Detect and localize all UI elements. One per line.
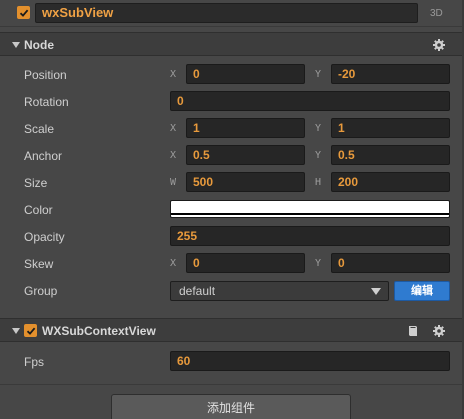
node-section-header[interactable]: Node [0, 32, 464, 56]
group-dropdown[interactable]: default [170, 281, 389, 301]
anchor-x-input[interactable]: 0.5 [186, 145, 305, 165]
node-name-input[interactable]: wxSubView [35, 3, 418, 23]
fps-label: Fps [24, 355, 45, 369]
edit-group-button[interactable]: 编辑 [394, 281, 450, 301]
checkmark-icon [19, 9, 28, 17]
collapse-triangle-icon[interactable] [12, 328, 20, 334]
book-icon[interactable] [406, 324, 420, 338]
node-enabled-checkbox[interactable] [17, 6, 30, 19]
skew-x-axis-label: X [170, 258, 177, 269]
color-label: Color [24, 203, 53, 217]
scale-y-axis-label: Y [315, 123, 322, 134]
group-dropdown-value: default [179, 284, 216, 298]
position-x-axis-label: X [170, 69, 177, 80]
color-alpha-strip [171, 213, 449, 215]
group-label: Group [24, 284, 58, 298]
position-x-input[interactable]: 0 [186, 64, 305, 84]
position-y-input[interactable]: -20 [331, 64, 450, 84]
rotation-input[interactable]: 0 [170, 91, 450, 111]
size-h-axis-label: H [315, 177, 322, 188]
anchor-y-input[interactable]: 0.5 [331, 145, 450, 165]
node-section-title: Node [24, 38, 54, 52]
skew-y-input[interactable]: 0 [331, 253, 450, 273]
checkmark-icon [26, 327, 35, 335]
collapse-triangle-icon[interactable] [12, 42, 20, 48]
add-component-button[interactable]: 添加组件 [111, 394, 351, 419]
size-w-axis-label: W [170, 177, 177, 188]
anchor-label: Anchor [24, 149, 63, 163]
chevron-down-icon [371, 288, 381, 295]
component-section-header[interactable]: WXSubContextView [0, 318, 464, 342]
size-width-input[interactable]: 500 [186, 172, 305, 192]
scale-label: Scale [24, 122, 55, 136]
position-label: Position [24, 68, 67, 82]
size-label: Size [24, 176, 48, 190]
opacity-label: Opacity [24, 230, 65, 244]
skew-label: Skew [24, 257, 54, 271]
opacity-input[interactable]: 255 [170, 226, 450, 246]
gear-icon[interactable] [432, 38, 446, 52]
anchor-y-axis-label: Y [315, 150, 322, 161]
mode-3d-toggle[interactable]: 3D [430, 8, 443, 19]
scale-y-input[interactable]: 1 [331, 118, 450, 138]
size-height-input[interactable]: 200 [331, 172, 450, 192]
fps-input[interactable]: 60 [170, 351, 450, 371]
scale-x-axis-label: X [170, 123, 177, 134]
skew-x-input[interactable]: 0 [186, 253, 305, 273]
gear-icon[interactable] [432, 324, 446, 338]
rotation-label: Rotation [24, 95, 69, 109]
component-enabled-checkbox[interactable] [24, 324, 37, 337]
component-title: WXSubContextView [42, 324, 156, 338]
color-picker-swatch[interactable] [170, 200, 450, 218]
position-y-axis-label: Y [315, 69, 322, 80]
anchor-x-axis-label: X [170, 150, 177, 161]
skew-y-axis-label: Y [315, 258, 322, 269]
scale-x-input[interactable]: 1 [186, 118, 305, 138]
